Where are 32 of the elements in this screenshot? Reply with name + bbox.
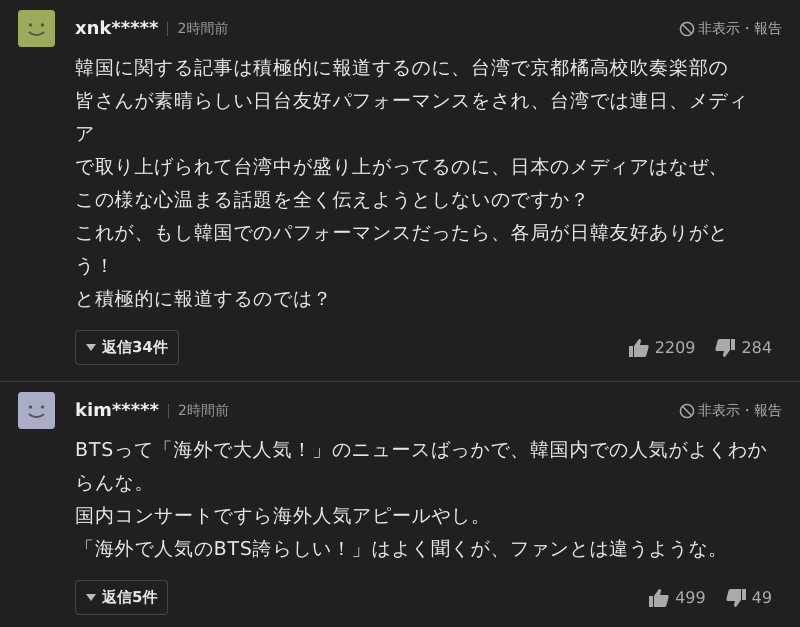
thumbs-up-icon xyxy=(649,588,670,606)
timestamp: 2時間前 xyxy=(178,402,229,420)
comment-text-line: これが、もし韓国でのパフォーマンスだったら、各局が日韓友好ありがと xyxy=(75,221,730,246)
comment-text-line: 韓国に関する記事は積極的に報道するのに、台湾で京都橘高校吹奏楽部の xyxy=(75,56,730,81)
username[interactable]: xnk***** xyxy=(75,18,158,39)
comment-text-line: この様な心温まる話題を全く伝えようとしないのですか？ xyxy=(75,188,591,213)
like-button[interactable]: 499 xyxy=(649,588,706,607)
hide-report-link[interactable]: 非表示・報告 xyxy=(679,402,782,420)
dislike-button[interactable]: 49 xyxy=(726,588,772,607)
timestamp: 2時間前 xyxy=(177,20,228,38)
comment-text-line: BTSって「海外で大人気！」のニュースばっかで、韓国内での人気がよくわか xyxy=(75,438,769,463)
username[interactable]: kim***** xyxy=(75,400,159,421)
replies-button[interactable]: 返信34件 xyxy=(75,330,179,365)
comment-text-line: と積極的に報道するのでは？ xyxy=(75,287,334,312)
replies-button[interactable]: 返信5件 xyxy=(75,580,168,615)
dislike-button[interactable]: 284 xyxy=(715,338,772,357)
comment-text-line: ア xyxy=(75,122,96,147)
like-button[interactable]: 2209 xyxy=(628,338,696,357)
comment-text-line: 「海外で人気のBTS誇らしい！」はよく聞くが、ファンとは違うような。 xyxy=(75,537,729,562)
hide-report-link[interactable]: 非表示・報告 xyxy=(679,20,782,38)
block-icon xyxy=(679,20,695,36)
thumbs-up-icon xyxy=(628,338,649,356)
comment-text-line: 国内コンサートですら海外人気アピールやし。 xyxy=(75,504,492,529)
thumbs-down-icon xyxy=(715,338,736,356)
comment-text-line: 皆さんが素晴らしい日台友好パフォーマンスをされ、台湾では連日、メディ xyxy=(75,89,750,114)
thumbs-down-icon xyxy=(726,588,746,606)
comment-text-line: で取り上げられて台湾中が盛り上がってるのに、日本のメディアはなぜ、 xyxy=(75,155,730,180)
caret-icon xyxy=(86,344,96,352)
caret-icon xyxy=(86,594,96,602)
comment-text-line: う！ xyxy=(75,254,116,279)
comment-text-line: らんな。 xyxy=(75,471,156,496)
block-icon xyxy=(679,402,695,418)
